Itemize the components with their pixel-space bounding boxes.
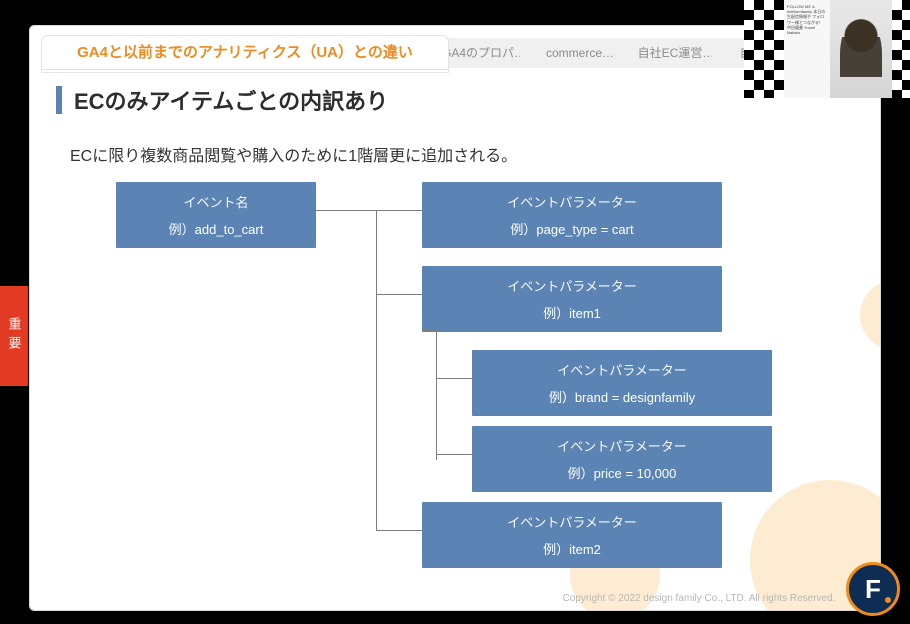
title-accent-bar — [56, 86, 62, 114]
param-box-page-type: イベントパラメーター 例）page_type = cart — [422, 182, 722, 248]
tab-label: 自社EC運営… — [638, 46, 715, 60]
presenter-video — [830, 0, 892, 98]
box-head: イベントパラメーター — [430, 276, 714, 295]
tab-ga4-ua-diff[interactable]: GA4と以前までのアナリティクス（UA）との違い — [42, 36, 448, 72]
slide-title: ECのみアイテムごとの内訳あり — [74, 84, 388, 116]
box-example: 例）brand = designfamily — [480, 387, 764, 406]
badge-dot-icon — [885, 597, 891, 603]
box-example: 例）item2 — [430, 539, 714, 558]
param-box-price: イベントパラメーター 例）price = 10,000 — [472, 426, 772, 492]
connector — [436, 330, 437, 460]
presenter-card: FOLLOW ME & #deformfamily 本日の生配信情報や フォロワ… — [784, 0, 830, 98]
tab-label: GA4と以前までのアナリティクス（UA）との違い — [77, 44, 413, 61]
connector — [376, 210, 377, 530]
connector — [376, 530, 422, 531]
tab-label: GA4のプロパ… — [442, 46, 526, 60]
connector — [422, 330, 436, 331]
box-head: イベントパラメーター — [430, 512, 714, 531]
box-head: イベントパラメーター — [480, 436, 764, 455]
presentation-slide: GA4と以前までのアナリティクス（UA）との違い GA4のプロパ… commer… — [30, 26, 880, 610]
channel-badge[interactable]: F — [846, 562, 900, 616]
copyright-text: Copyright © 2022 design family Co., LTD.… — [563, 593, 836, 604]
param-box-item1: イベントパラメーター 例）item1 — [422, 266, 722, 332]
important-label: 重要 — [5, 317, 24, 355]
box-head: イベント名 — [124, 192, 308, 211]
diagram: イベント名 例）add_to_cart イベントパラメーター 例）page_ty… — [76, 180, 854, 580]
title-row: ECのみアイテムごとの内訳あり — [56, 84, 854, 116]
param-box-item2: イベントパラメーター 例）item2 — [422, 502, 722, 568]
connector — [376, 210, 422, 211]
presenter-card-text: FOLLOW ME & #deformfamily 本日の生配信情報や フォロワ… — [787, 4, 825, 35]
connector — [316, 210, 376, 211]
connector — [376, 294, 422, 295]
important-tag: 重要 — [0, 286, 28, 386]
param-box-brand: イベントパラメーター 例）brand = designfamily — [472, 350, 772, 416]
box-head: イベントパラメーター — [430, 192, 714, 211]
checker-pattern-right — [892, 0, 910, 98]
slide-subtitle: ECに限り複数商品閲覧や購入のために1階層更に追加される。 — [70, 142, 854, 166]
checker-pattern-left — [744, 0, 784, 98]
box-example: 例）item1 — [430, 303, 714, 322]
box-example: 例）price = 10,000 — [480, 463, 764, 482]
box-head: イベントパラメーター — [480, 360, 764, 379]
slide-footer: Copyright © 2022 design family Co., LTD.… — [563, 593, 866, 604]
connector — [436, 378, 472, 379]
badge-letter: F — [865, 574, 881, 605]
tab-label: commerce… — [546, 46, 614, 60]
box-example: 例）page_type = cart — [430, 219, 714, 238]
box-example: 例）add_to_cart — [124, 219, 308, 238]
connector — [436, 454, 472, 455]
video-frame: 重要 GA4と以前までのアナリティクス（UA）との違い GA4のプロパ… com… — [0, 0, 910, 624]
event-name-box: イベント名 例）add_to_cart — [116, 182, 316, 248]
slide-body: ECのみアイテムごとの内訳あり ECに限り複数商品閲覧や購入のために1階層更に追… — [30, 68, 880, 610]
presenter-webcam: FOLLOW ME & #deformfamily 本日の生配信情報や フォロワ… — [744, 0, 910, 98]
